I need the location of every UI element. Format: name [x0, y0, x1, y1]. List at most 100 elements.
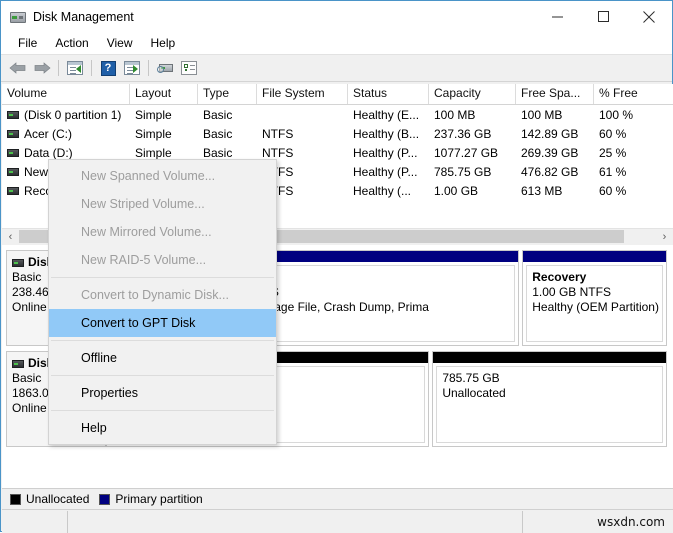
status-segment-left	[2, 510, 68, 533]
context-menu: New Spanned Volume... New Striped Volume…	[48, 159, 277, 445]
menu-separator	[51, 410, 274, 411]
help-icon[interactable]: ?	[96, 57, 120, 79]
menu-item-help[interactable]: Help	[49, 414, 276, 442]
help-question-glyph: ?	[100, 60, 116, 76]
cell-percent-free: 100 %	[599, 107, 634, 122]
menu-view[interactable]: View	[98, 34, 142, 52]
back-arrow-icon[interactable]	[6, 57, 30, 79]
scroll-left-arrow-icon[interactable]: ‹	[2, 229, 19, 245]
legend-entry-unallocated: Unallocated	[10, 492, 89, 506]
volume-list-header: Volume Layout Type File System Status Ca…	[2, 84, 673, 105]
menu-help[interactable]: Help	[142, 34, 185, 52]
properties-list-icon[interactable]	[177, 57, 201, 79]
disk-management-window: Disk Management File Action View Help ?	[0, 0, 673, 533]
scroll-right-arrow-icon[interactable]: ›	[656, 229, 673, 245]
menu-item-new-raid5-volume[interactable]: New RAID-5 Volume...	[49, 246, 276, 274]
column-header-layout[interactable]: Layout	[130, 84, 198, 104]
menu-item-convert-to-dynamic-disk[interactable]: Convert to Dynamic Disk...	[49, 281, 276, 309]
cell-percent-free: 60 %	[599, 126, 627, 141]
partition-1-1[interactable]: 785.75 GB Unallocated	[432, 351, 667, 447]
column-header-type[interactable]: Type	[198, 84, 257, 104]
cell-volume-label: Data (D:)	[24, 145, 73, 160]
column-header-status[interactable]: Status	[348, 84, 429, 104]
disk-icon	[12, 359, 24, 368]
cell-free-space: 100 MB	[521, 107, 563, 122]
cell-status: Healthy (...	[353, 183, 412, 198]
table-row[interactable]: (Disk 0 partition 1) Simple Basic Health…	[2, 105, 673, 124]
cell-layout: Simple	[135, 126, 172, 141]
column-header-file-system[interactable]: File System	[257, 84, 348, 104]
show-hide-action-pane-icon[interactable]	[120, 57, 144, 79]
minimize-button[interactable]	[534, 1, 580, 32]
menu-item-new-striped-volume[interactable]: New Striped Volume...	[49, 190, 276, 218]
legend-swatch-unallocated	[10, 493, 21, 505]
menu-item-offline[interactable]: Offline	[49, 344, 276, 372]
column-header-free-space[interactable]: Free Spa...	[516, 84, 594, 104]
cell-capacity: 100 MB	[434, 107, 476, 122]
cell-volume: Data (D:)	[2, 146, 130, 160]
disk-icon	[12, 258, 24, 267]
cell-percent-free: 25 %	[599, 145, 627, 160]
cell-capacity: 785.75 GB	[434, 164, 492, 179]
cell-type: Basic	[203, 107, 233, 122]
legend-swatch-primary-partition	[99, 493, 111, 505]
legend-entry-primary-partition: Primary partition	[99, 492, 203, 506]
cell-free-space: 613 MB	[521, 183, 563, 198]
title-bar: Disk Management	[1, 1, 672, 32]
partition-0-2-title: Recovery	[532, 270, 587, 284]
menu-separator	[51, 375, 274, 376]
partition-0-2-line3: Healthy (OEM Partition)	[532, 300, 659, 314]
partition-0-2-line2: 1.00 GB NTFS	[532, 285, 611, 299]
toolbar-separator	[91, 60, 92, 76]
maximize-button[interactable]	[580, 1, 626, 32]
partition-0-2-detail: Recovery 1.00 GB NTFS Healthy (OEM Parti…	[526, 265, 663, 342]
cell-layout: Simple	[135, 107, 172, 122]
partition-1-1-capbar	[433, 352, 666, 363]
table-row[interactable]: Acer (C:) Simple Basic NTFS Healthy (B..…	[2, 124, 673, 143]
menu-item-new-mirrored-volume[interactable]: New Mirrored Volume...	[49, 218, 276, 246]
menu-separator	[51, 277, 274, 278]
cell-file-system: NTFS	[262, 145, 294, 160]
menu-file[interactable]: File	[9, 34, 46, 52]
status-segment-middle	[68, 510, 523, 533]
cell-free-space: 142.89 GB	[521, 126, 579, 141]
menu-item-new-spanned-volume[interactable]: New Spanned Volume...	[49, 162, 276, 190]
toolbar-separator	[148, 60, 149, 76]
column-header-percent-free[interactable]: % Free	[594, 84, 673, 104]
partition-1-1-detail: 785.75 GB Unallocated	[436, 366, 663, 443]
partition-0-2[interactable]: Recovery 1.00 GB NTFS Healthy (OEM Parti…	[522, 250, 667, 346]
toolbar-separator	[58, 60, 59, 76]
cell-status: Healthy (P...	[353, 164, 418, 179]
column-header-volume[interactable]: Volume	[2, 84, 130, 104]
volume-icon	[7, 148, 19, 157]
cell-type: Basic	[203, 145, 233, 160]
cell-capacity: 237.36 GB	[434, 126, 492, 141]
partition-1-1-line2: 785.75 GB	[442, 371, 500, 385]
legend-label-unallocated: Unallocated	[26, 492, 90, 506]
window-title: Disk Management	[33, 9, 134, 24]
cell-volume: Acer (C:)	[2, 127, 130, 141]
cell-file-system: NTFS	[262, 126, 294, 141]
cell-volume: (Disk 0 partition 1)	[2, 108, 130, 122]
menu-action[interactable]: Action	[46, 34, 97, 52]
menu-item-convert-to-gpt-disk[interactable]: Convert to GPT Disk	[49, 309, 276, 337]
menu-bar: File Action View Help	[1, 32, 672, 54]
cell-capacity: 1.00 GB	[434, 183, 479, 198]
partition-legend: Unallocated Primary partition	[2, 488, 673, 509]
menu-item-properties[interactable]: Properties	[49, 379, 276, 407]
rescan-disks-icon[interactable]	[153, 57, 177, 79]
close-button[interactable]	[626, 1, 672, 32]
cell-status: Healthy (E...	[353, 107, 420, 122]
partition-0-2-capbar	[523, 251, 666, 262]
cell-percent-free: 61 %	[599, 164, 627, 179]
disk-management-icon	[10, 9, 26, 25]
cell-capacity: 1077.27 GB	[434, 145, 499, 160]
show-hide-console-tree-icon[interactable]	[63, 57, 87, 79]
menu-separator	[51, 340, 274, 341]
partition-1-1-line3: Unallocated	[442, 386, 506, 400]
column-header-capacity[interactable]: Capacity	[429, 84, 516, 104]
toolbar: ?	[1, 54, 672, 82]
forward-arrow-icon[interactable]	[30, 57, 54, 79]
cell-layout: Simple	[135, 145, 172, 160]
volume-icon	[7, 186, 19, 195]
